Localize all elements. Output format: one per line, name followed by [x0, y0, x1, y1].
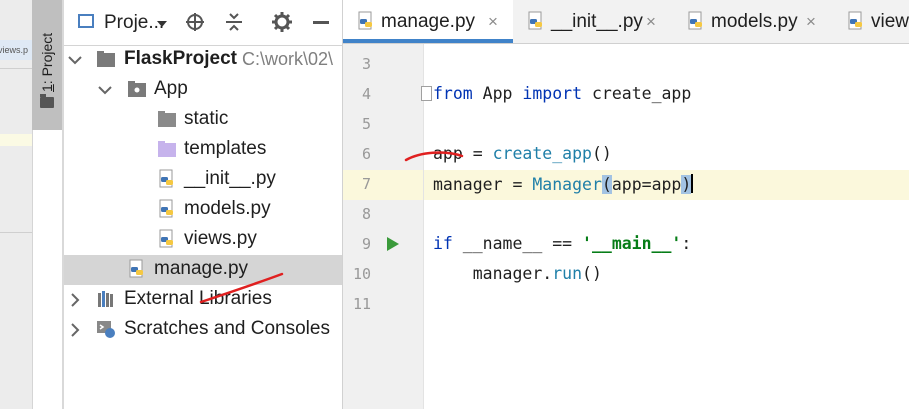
tree-item-label: models.py [184, 198, 271, 219]
folder-icon [97, 51, 115, 67]
chevron-down-icon[interactable] [98, 83, 112, 97]
tree-item-templates[interactable]: templates [64, 135, 342, 165]
line-number: 6 [361, 145, 371, 163]
python-file-icon [528, 11, 542, 30]
chevron-down-icon[interactable] [157, 21, 167, 27]
tree-item-label: App [154, 78, 188, 99]
line-number: 7 [361, 175, 371, 193]
python-file-icon [848, 11, 862, 30]
tab-init-py[interactable]: __init__.py × [513, 0, 673, 43]
templates-folder-icon [158, 141, 176, 157]
python-file-icon [159, 229, 173, 248]
tab-label: models.py [711, 11, 798, 32]
tree-item-init-py[interactable]: __init__.py [64, 165, 342, 195]
chevron-down-icon[interactable] [68, 53, 82, 67]
project-path: C:\work\02\ [242, 49, 334, 69]
fold-marker-icon[interactable] [421, 86, 432, 101]
line-number: 8 [361, 205, 371, 223]
tree-item-flaskproject[interactable]: FlaskProject C:\work\02\ [64, 45, 342, 75]
line-number: 10 [352, 265, 371, 283]
tree-item-external-libraries[interactable]: External Libraries [64, 285, 342, 315]
close-icon[interactable]: × [806, 12, 816, 32]
tree-item-label: templates [184, 138, 267, 159]
tree-item-app[interactable]: App [64, 75, 342, 105]
tab-models-py[interactable]: models.py × [673, 0, 833, 43]
run-icon[interactable] [387, 237, 399, 251]
folder-icon [158, 111, 176, 127]
code-line[interactable]: manager.run() [433, 264, 602, 283]
line-number: 9 [361, 235, 371, 253]
code-line[interactable]: if __name__ == '__main__': [433, 234, 691, 253]
code-line[interactable]: app = create_app() [433, 144, 612, 163]
tab-manage-py[interactable]: manage.py × [343, 0, 513, 43]
tree-item-views-py[interactable]: views.py [64, 225, 342, 255]
background-highlight [0, 134, 32, 146]
tab-label: __init__.py [551, 11, 643, 32]
code-line[interactable]: manager = Manager(app=app) [433, 174, 694, 194]
tab-views-py[interactable]: view [833, 0, 909, 43]
scratches-icon [97, 321, 115, 338]
code-editor: manage.py × __init__.py × models.py × vi… [343, 0, 909, 409]
python-file-icon [159, 199, 173, 218]
python-file-icon [129, 259, 143, 278]
locate-file-icon[interactable] [185, 12, 205, 32]
divider [0, 232, 32, 233]
tree-item-label: External Libraries [124, 288, 272, 309]
line-number: 4 [361, 85, 371, 103]
tab-label: manage.py [381, 11, 476, 32]
project-panel: Proje... FlaskProject C:\work\02\ App st… [64, 0, 343, 409]
close-icon[interactable]: × [646, 12, 656, 32]
tab-label: view [871, 11, 909, 32]
tree-item-label: __init__.py [184, 168, 276, 189]
background-window-strip: views.p [0, 0, 33, 409]
project-toolwindow-tab[interactable]: 1: Project [32, 0, 62, 130]
close-icon[interactable]: × [488, 12, 498, 32]
project-toolbar: Proje... [64, 0, 342, 46]
divider [0, 68, 32, 69]
tree-item-label: manage.py [154, 258, 249, 279]
line-number: 3 [361, 55, 371, 73]
project-tab-label: 1: Project [39, 32, 55, 92]
tree-item-label: FlaskProject [124, 48, 237, 69]
project-view-icon [78, 14, 94, 28]
text-caret [691, 174, 694, 193]
libraries-icon [98, 291, 113, 307]
python-file-icon [159, 169, 173, 188]
package-icon [128, 81, 146, 97]
line-number: 5 [361, 115, 371, 133]
tree-item-label: Scratches and Consoles [124, 318, 330, 339]
tree-item-label: views.py [184, 228, 257, 249]
tree-item-label: static [184, 108, 229, 129]
project-view-selector[interactable]: Proje... [104, 12, 164, 34]
editor-tabs: manage.py × __init__.py × models.py × vi… [343, 0, 909, 44]
tree-item-models-py[interactable]: models.py [64, 195, 342, 225]
code-line[interactable]: from App import create_app [433, 84, 691, 103]
chevron-right-icon[interactable] [68, 323, 82, 337]
gear-icon[interactable] [271, 11, 293, 33]
python-file-icon [358, 11, 372, 30]
python-file-icon [688, 11, 702, 30]
hide-panel-icon[interactable] [313, 21, 329, 24]
project-folder-icon [40, 94, 54, 108]
tree-item-manage-py[interactable]: manage.py [64, 255, 342, 285]
line-number: 11 [352, 295, 371, 313]
background-tab-fragment: views.p [0, 40, 32, 60]
tree-item-scratches[interactable]: Scratches and Consoles [64, 315, 342, 345]
chevron-right-icon[interactable] [68, 293, 82, 307]
collapse-all-icon[interactable] [224, 12, 244, 32]
tree-item-static[interactable]: static [64, 105, 342, 135]
